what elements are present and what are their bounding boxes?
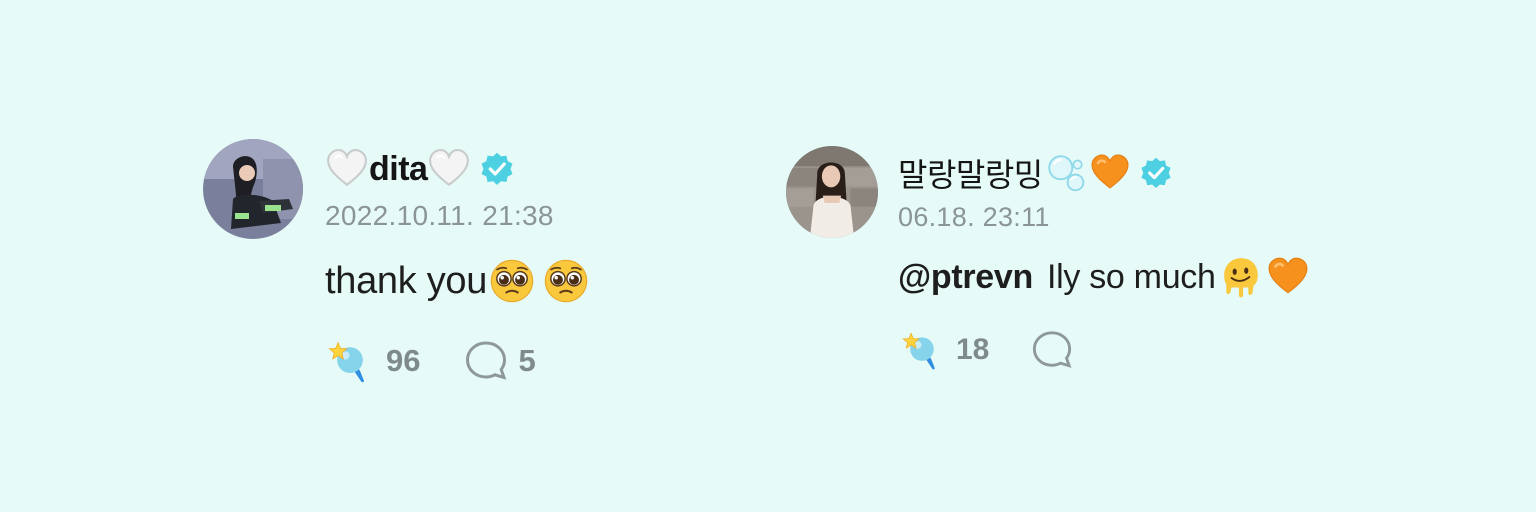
post-timestamp: 2022.10.11. 21:38 [325,200,554,231]
white-heart-icon [427,148,471,190]
comment-count: 5 [518,343,536,378]
star-microphone-icon [900,329,944,371]
orange-heart-icon [1266,256,1310,298]
comment-button[interactable] [1031,329,1085,371]
avatar-image [203,139,303,239]
speech-bubble-icon [1031,329,1073,371]
like-count: 18 [956,333,990,366]
message-text: thank you [325,259,488,302]
post-actions: 96 5 [326,336,536,386]
verified-badge-icon [479,151,515,187]
avatar[interactable] [203,139,303,239]
message-text: Ily so much [1046,257,1216,296]
like-count: 96 [386,343,421,378]
melting-face-icon [1220,255,1262,299]
author-name[interactable]: dita [369,150,428,189]
comment-button[interactable]: 5 [464,339,536,383]
author-row: dita [325,146,515,192]
like-button[interactable]: 96 [326,338,420,384]
post-actions: 18 [900,326,1085,374]
author-name[interactable]: 말랑말랑밍 [898,150,1043,196]
speech-bubble-icon [464,339,508,383]
post-timestamp: 06.18. 23:11 [898,202,1050,232]
pleading-face-icon [489,258,535,304]
post-message: @ptrevn Ily so much [898,252,1310,302]
white-heart-icon [325,148,369,190]
pleading-face-icon [543,258,589,304]
star-microphone-icon [326,338,374,384]
avatar[interactable] [786,146,878,238]
avatar-image [786,146,878,238]
verified-badge-icon [1139,156,1173,190]
bubbles-icon [1045,152,1087,194]
mention-link[interactable]: @ptrevn [898,258,1033,297]
author-row: 말랑말랑밍 [898,150,1173,196]
like-button[interactable]: 18 [900,329,989,371]
orange-heart-icon [1089,153,1131,193]
post-message: thank you [325,256,589,306]
